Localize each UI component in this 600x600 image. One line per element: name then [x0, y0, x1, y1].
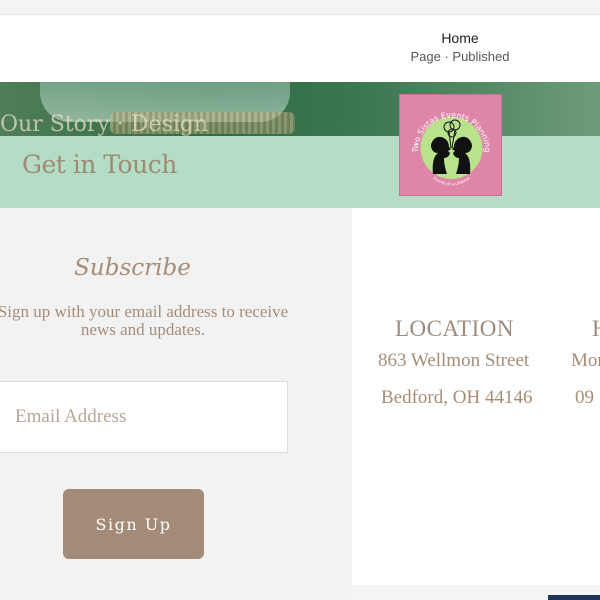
business-logo: Two Sistas Events Planning Events of a L…: [399, 94, 502, 196]
contact-heading: Get in Touch: [22, 150, 177, 179]
location-city-line: Bedford, OH 44146: [381, 387, 533, 408]
hours-day-line: Mon: [571, 350, 600, 371]
page-status: Page · Published: [410, 49, 510, 64]
page-name[interactable]: Home: [400, 30, 520, 46]
hours-time-line: 09: [575, 387, 594, 408]
sign-up-button[interactable]: Sign Up: [63, 489, 204, 559]
hero-background-text: Our Story · Design: [0, 112, 209, 137]
subscribe-title: Subscribe: [74, 255, 191, 281]
hours-title: H: [592, 316, 600, 342]
bottom-edge-tab[interactable]: [548, 595, 600, 600]
subscribe-description: Sign up with your email address to recei…: [0, 302, 289, 339]
topbar-panel: [0, 14, 600, 82]
email-address-input[interactable]: [0, 381, 288, 453]
location-title: LOCATION: [395, 316, 514, 341]
location-address-line: 863 Wellmon Street: [378, 350, 530, 371]
